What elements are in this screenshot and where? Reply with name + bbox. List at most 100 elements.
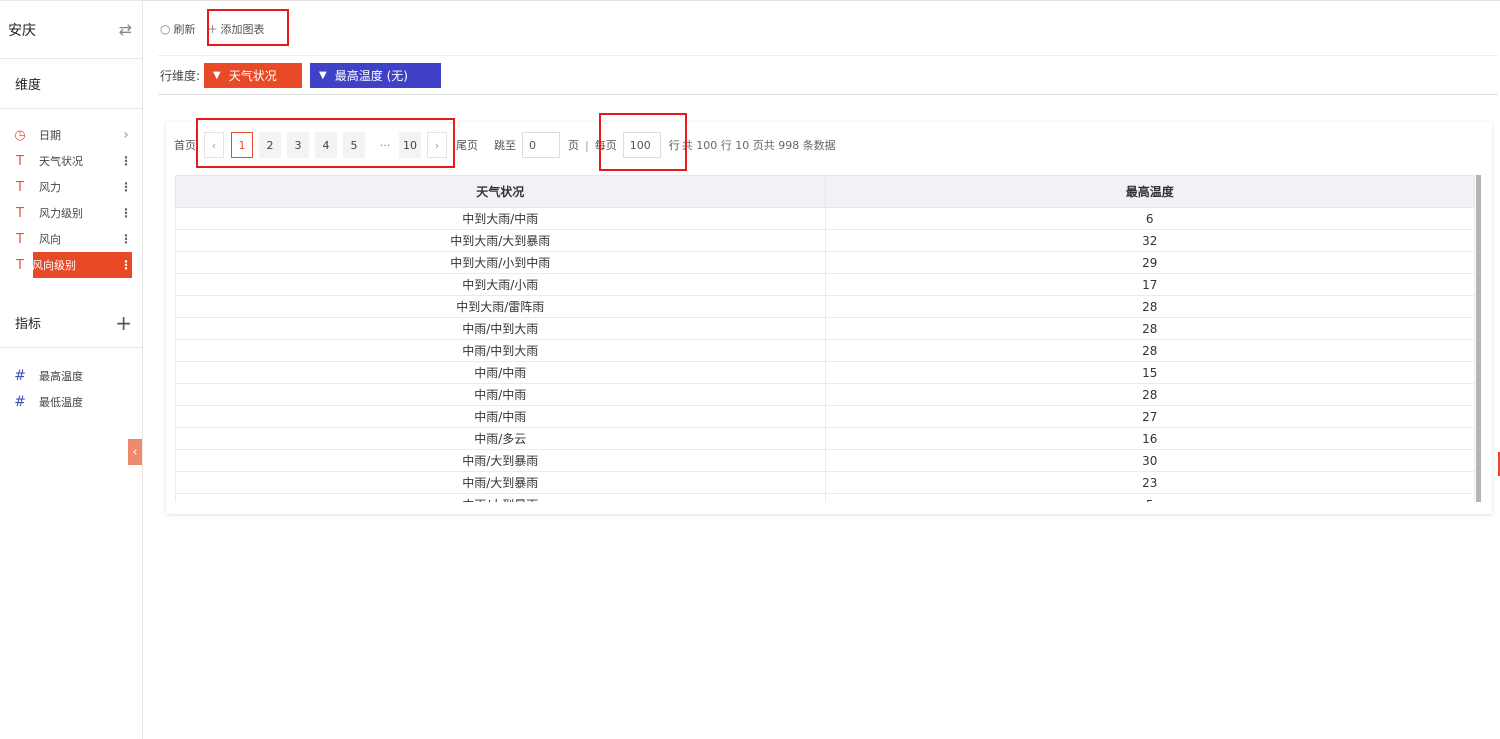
text-type-icon: T — [16, 205, 24, 221]
refresh-button[interactable]: ○ 刷新 — [160, 21, 195, 37]
table-row[interactable]: 中到大雨/大到暴雨 32 — [175, 229, 1475, 252]
cell-max-temp: 27 — [824, 405, 1475, 428]
dimension-label: 风力级别 — [39, 207, 83, 220]
table-row[interactable]: 中到大雨/小雨 17 — [175, 273, 1475, 296]
cell-max-temp: 16 — [824, 427, 1475, 450]
more-icon[interactable]: ⋮ — [120, 154, 132, 168]
refresh-icon: ○ — [160, 22, 171, 36]
clock-icon: ◷ — [14, 127, 26, 143]
dimension-item-wind-direction-level[interactable]: T 风向级别 ⋮ — [0, 252, 142, 278]
highlight-box-add-chart — [207, 9, 289, 46]
highlight-box-page-buttons — [196, 118, 455, 168]
separator: | — [585, 138, 589, 152]
add-metric-icon[interactable]: + — [115, 313, 132, 333]
table-row[interactable]: 中雨/中到大雨 28 — [175, 317, 1475, 340]
pill-label: 天气状况 — [228, 68, 277, 83]
cell-weather: 中到大雨/中雨 — [175, 207, 826, 230]
cell-max-temp: 5 — [824, 493, 1475, 502]
dimensions-header: 维度 — [0, 59, 142, 109]
hash-icon: # — [14, 394, 26, 410]
text-type-icon: T — [16, 231, 24, 247]
more-icon[interactable]: ⋮ — [120, 232, 132, 246]
dimension-label: 日期 — [39, 129, 61, 142]
cell-max-temp: 28 — [824, 317, 1475, 340]
metric-label: 最高温度 — [39, 370, 83, 383]
dimension-list: ◷ 日期 › T 天气状况 ⋮ T 风力 ⋮ T 风力级别 ⋮ T 风向 ⋮ T… — [0, 109, 142, 278]
text-type-icon: T — [16, 257, 24, 273]
last-page-link[interactable]: 尾页 — [456, 137, 478, 153]
row-dimension-bar: 行维度: ▼ 天气状况 ▼ 最高温度 (无) — [158, 55, 1498, 95]
metrics-header: 指标 + — [0, 298, 142, 348]
row-dimension-title: 行维度: — [160, 68, 201, 83]
pager-summary: 共 100 行 10 页共 998 条数据 — [681, 139, 836, 152]
table-panel: 首页 ‹ 1 2 3 4 5 ··· 10 › 尾页 跳至 页 | 每页 行 共… — [166, 122, 1492, 514]
cell-max-temp: 23 — [824, 471, 1475, 494]
data-table: 天气状况 最高温度 中到大雨/中雨 6 中到大雨/大到暴雨 32 中到大雨/小到中雨 29… — [175, 175, 1475, 502]
cell-weather: 中到大雨/大到暴雨 — [175, 229, 826, 252]
table-row[interactable]: 中雨/中雨 28 — [175, 383, 1475, 406]
cell-weather: 中雨/大到暴雨 — [175, 471, 826, 494]
dimension-item-wind-force-level[interactable]: T 风力级别 ⋮ — [0, 200, 142, 226]
chevron-down-icon: ▼ — [213, 69, 221, 81]
dimension-item-date[interactable]: ◷ 日期 › — [0, 122, 142, 148]
dimension-label: 天气状况 — [39, 155, 83, 168]
metric-item-min-temp[interactable]: # 最低温度 — [0, 389, 142, 415]
more-icon[interactable]: ⋮ — [120, 206, 132, 220]
cell-max-temp: 29 — [824, 251, 1475, 274]
dimensions-title: 维度 — [15, 78, 42, 93]
text-type-icon: T — [16, 179, 24, 195]
table-row[interactable]: 中到大雨/雷阵雨 28 — [175, 295, 1475, 318]
column-header-max-temp[interactable]: 最高温度 — [824, 175, 1475, 208]
swap-icon[interactable]: ⇄ — [119, 20, 132, 39]
cell-max-temp: 28 — [824, 295, 1475, 318]
highlight-box-per-page — [599, 113, 687, 171]
table-row[interactable]: 中到大雨/小到中雨 29 — [175, 251, 1475, 274]
text-type-icon: T — [16, 153, 24, 169]
table-row[interactable]: 中雨/中雨 27 — [175, 405, 1475, 428]
chevron-right-icon[interactable]: › — [120, 127, 132, 143]
dimension-item-wind-force[interactable]: T 风力 ⋮ — [0, 174, 142, 200]
row-dimension-pill-max-temp[interactable]: ▼ 最高温度 (无) — [310, 62, 442, 88]
sidebar: 安庆 ⇄ 维度 ◷ 日期 › T 天气状况 ⋮ T 风力 ⋮ T 风力级别 ⋮ … — [0, 0, 143, 739]
cell-weather: 中雨/中雨 — [175, 361, 826, 384]
dimension-label: 风力 — [39, 181, 61, 194]
cell-weather: 中雨/中到大雨 — [175, 339, 826, 362]
collapse-sidebar-button[interactable]: ‹ — [128, 439, 142, 465]
table-row[interactable]: 中雨/大到暴雨 30 — [175, 449, 1475, 472]
row-dimension-pill-weather[interactable]: ▼ 天气状况 — [204, 62, 303, 88]
table-row[interactable]: 中雨/大到暴雨5 — [175, 493, 1475, 502]
goto-page-input[interactable] — [522, 132, 560, 158]
metric-list: # 最高温度 # 最低温度 — [0, 348, 142, 415]
column-header-weather[interactable]: 天气状况 — [175, 175, 826, 208]
cell-weather: 中雨/大到暴雨 — [175, 449, 826, 472]
metrics-title: 指标 — [15, 317, 42, 332]
table-header-row: 天气状况 最高温度 — [175, 175, 1475, 208]
metric-item-max-temp[interactable]: # 最高温度 — [0, 363, 142, 389]
table-row[interactable]: 中雨/中到大雨 28 — [175, 339, 1475, 362]
vertical-scrollbar[interactable] — [1476, 175, 1481, 502]
cell-weather: 中雨/多云 — [175, 427, 826, 450]
data-table-container[interactable]: 天气状况 最高温度 中到大雨/中雨 6 中到大雨/大到暴雨 32 中到大雨/小到中雨 29… — [175, 175, 1484, 502]
table-body: 中到大雨/中雨 6 中到大雨/大到暴雨 32 中到大雨/小到中雨 29 中到大雨/小雨 17 中… — [175, 207, 1475, 502]
more-icon[interactable]: ⋮ — [120, 258, 132, 272]
first-page-link[interactable]: 首页 — [174, 137, 196, 153]
cell-max-temp: 32 — [824, 229, 1475, 252]
cell-max-temp: 15 — [824, 361, 1475, 384]
table-row[interactable]: 中雨/多云 16 — [175, 427, 1475, 450]
table-row[interactable]: 中到大雨/中雨 6 — [175, 207, 1475, 230]
dimension-label: 风向级别 — [32, 259, 76, 272]
more-icon[interactable]: ⋮ — [120, 180, 132, 194]
dimension-item-weather[interactable]: T 天气状况 ⋮ — [0, 148, 142, 174]
page-unit: 页 — [568, 139, 579, 152]
cell-max-temp: 30 — [824, 449, 1475, 472]
table-row[interactable]: 中雨/大到暴雨 23 — [175, 471, 1475, 494]
city-name: 安庆 — [8, 22, 36, 39]
cell-weather: 中雨/大到暴雨 — [175, 493, 826, 502]
dimension-item-wind-direction[interactable]: T 风向 ⋮ — [0, 226, 142, 252]
goto-label: 跳至 — [494, 139, 516, 152]
city-header: 安庆 ⇄ — [0, 1, 142, 59]
cell-weather: 中到大雨/小到中雨 — [175, 251, 826, 274]
dimension-label: 风向 — [39, 233, 61, 246]
top-divider — [143, 0, 1500, 1]
table-row[interactable]: 中雨/中雨 15 — [175, 361, 1475, 384]
